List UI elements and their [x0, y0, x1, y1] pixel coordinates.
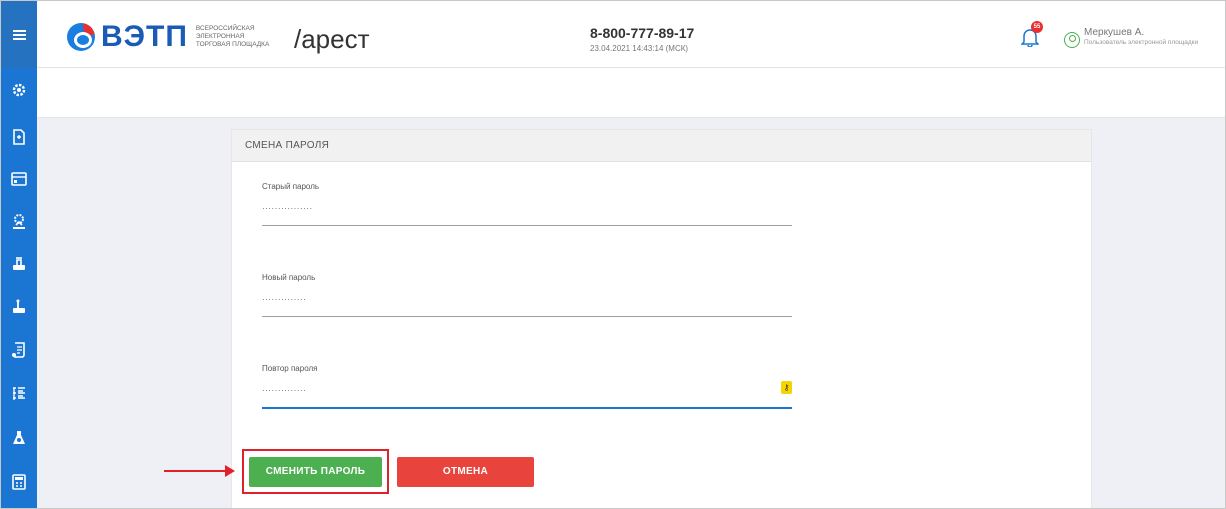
- repeat-password-input[interactable]: ··············: [262, 386, 306, 395]
- user-icon[interactable]: [1064, 32, 1080, 48]
- new-password-field[interactable]: Новый пароль ··············: [262, 273, 792, 317]
- notification-badge: 55: [1031, 21, 1043, 33]
- support-phone: 8-800-777-89-17: [590, 25, 695, 41]
- app-frame: ВЭТП ВСЕРОССИЙСКАЯ ЭЛЕКТРОННАЯ ТОРГОВАЯ …: [0, 0, 1226, 509]
- annotation-highlight-box: [242, 449, 389, 494]
- scroll-icon[interactable]: [10, 341, 28, 359]
- old-password-label: Старый пароль: [262, 182, 320, 191]
- auction-alt-icon[interactable]: [10, 298, 28, 316]
- gear-icon[interactable]: [10, 81, 28, 99]
- repeat-password-field[interactable]: Повтор пароля ·············· ⚷: [262, 364, 792, 409]
- new-password-input[interactable]: ··············: [262, 295, 306, 304]
- menu-icon: [12, 29, 26, 40]
- auction-icon[interactable]: [10, 255, 28, 273]
- user-name[interactable]: Меркушев А.: [1084, 27, 1144, 38]
- old-password-field[interactable]: Старый пароль ················: [262, 182, 792, 226]
- document-icon[interactable]: [10, 128, 28, 146]
- repeat-password-label: Повтор пароля: [262, 364, 318, 373]
- annotation-arrow: [164, 470, 231, 472]
- calculator-icon[interactable]: [10, 473, 28, 491]
- old-password-input[interactable]: ················: [262, 204, 313, 213]
- logo-mark-icon: [67, 23, 95, 51]
- logo-subtitle: ВСЕРОССИЙСКАЯ ЭЛЕКТРОННАЯ ТОРГОВАЯ ПЛОЩА…: [196, 25, 269, 49]
- person-gear-icon[interactable]: [10, 212, 28, 230]
- field-underline-active: [262, 407, 792, 409]
- field-underline: [262, 225, 792, 226]
- header: ВЭТП ВСЕРОССИЙСКАЯ ЭЛЕКТРОННАЯ ТОРГОВАЯ …: [37, 1, 1225, 68]
- logo-subtitle-line: ВСЕРОССИЙСКАЯ: [195, 25, 255, 32]
- logo-text: ВЭТП: [101, 20, 188, 53]
- card-icon[interactable]: [10, 170, 28, 188]
- annotation-arrow-head-icon: [225, 465, 235, 477]
- toolbar-strip: [37, 68, 1225, 118]
- sidebar: [1, 1, 37, 508]
- logo-subtitle-line: ЭЛЕКТРОННАЯ: [195, 33, 245, 40]
- notifications-button[interactable]: 55: [1020, 21, 1043, 48]
- server-datetime: 23.04.2021 14:43:14 (МСК): [590, 44, 689, 53]
- menu-button[interactable]: [1, 1, 37, 68]
- section-title: /арест: [294, 24, 370, 54]
- key-icon[interactable]: ⚷: [781, 381, 792, 394]
- user-role: Пользователь электронной площадки: [1084, 39, 1199, 46]
- cancel-button[interactable]: ОТМЕНА: [397, 457, 534, 487]
- flask-icon[interactable]: [10, 429, 28, 447]
- logo[interactable]: ВЭТП ВСЕРОССИЙСКАЯ ЭЛЕКТРОННАЯ ТОРГОВАЯ …: [67, 20, 269, 53]
- field-underline: [262, 316, 792, 317]
- logo-subtitle-line: ТОРГОВАЯ ПЛОЩАДКА: [195, 41, 270, 48]
- new-password-label: Новый пароль: [262, 273, 316, 282]
- list-icon[interactable]: [10, 385, 28, 403]
- panel-title: СМЕНА ПАРОЛЯ: [232, 130, 1091, 162]
